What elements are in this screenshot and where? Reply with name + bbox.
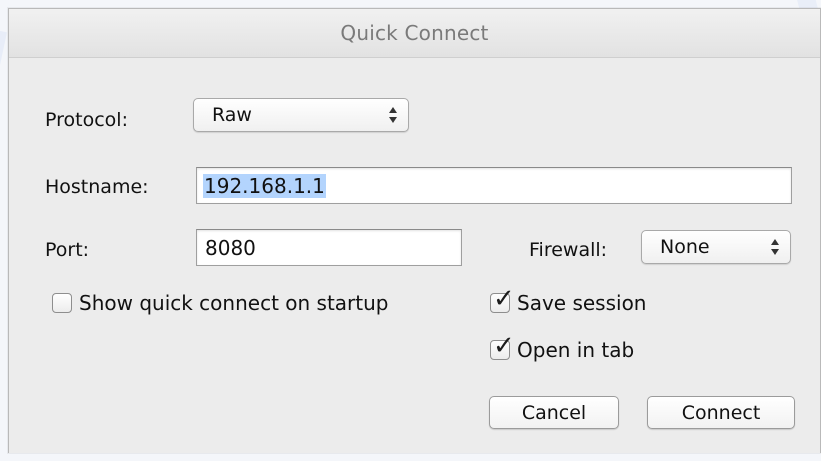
open-in-tab-label: Open in tab [517, 338, 635, 362]
quick-connect-dialog: Quick Connect Protocol: Raw Hostname: 19… [8, 8, 821, 453]
window-title: Quick Connect [340, 21, 489, 45]
open-in-tab-checkbox-row[interactable]: ✓ Open in tab [490, 333, 635, 362]
hostname-value: 192.168.1.1 [203, 173, 326, 198]
updown-arrows-icon [770, 238, 780, 256]
checkmark-icon: ✓ [493, 284, 515, 314]
firewall-selected-value: None [660, 236, 710, 258]
port-label: Port: [45, 239, 90, 261]
save-session-checkbox-row[interactable]: ✓ Save session [490, 286, 647, 315]
hostname-label: Hostname: [45, 176, 149, 198]
checkmark-icon: ✓ [493, 331, 515, 361]
save-session-checkbox[interactable]: ✓ [490, 286, 515, 313]
show-on-startup-checkbox-row[interactable]: Show quick connect on startup [52, 291, 389, 315]
port-input[interactable]: 8080 [196, 229, 462, 266]
protocol-selected-value: Raw [212, 104, 252, 126]
cancel-button[interactable]: Cancel [489, 396, 619, 429]
connect-button[interactable]: Connect [647, 396, 795, 429]
firewall-label: Firewall: [529, 239, 608, 261]
show-on-startup-checkbox[interactable] [52, 293, 72, 313]
title-bar: Quick Connect [9, 9, 820, 58]
protocol-label: Protocol: [45, 109, 128, 131]
show-on-startup-label: Show quick connect on startup [79, 291, 389, 315]
save-session-label: Save session [517, 291, 647, 315]
port-value: 8080 [205, 235, 256, 260]
protocol-select[interactable]: Raw [193, 98, 409, 132]
hostname-input[interactable]: 192.168.1.1 [196, 167, 792, 204]
open-in-tab-checkbox[interactable]: ✓ [490, 333, 515, 360]
updown-arrows-icon [388, 106, 398, 124]
firewall-select[interactable]: None [641, 230, 791, 264]
